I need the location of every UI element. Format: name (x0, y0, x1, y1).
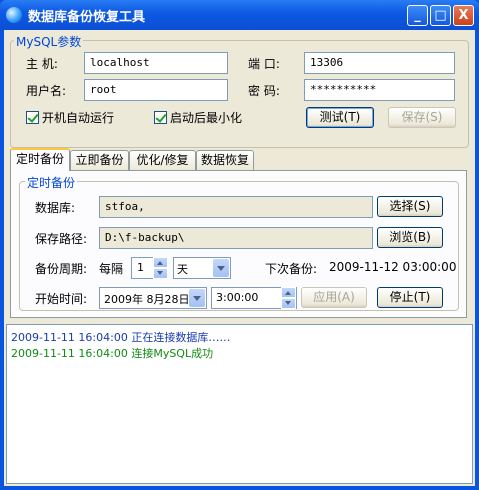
tab-instant-backup[interactable]: 立即备份 (70, 150, 129, 170)
period-spinner[interactable] (153, 257, 168, 279)
port-label: 端 口: (248, 57, 280, 71)
window-title: 数据库备份恢复工具 (28, 10, 146, 25)
choose-database-button[interactable]: 选择(S) (377, 196, 443, 217)
next-backup-value: 2009-11-12 03:00:00 (329, 260, 457, 274)
tab-scheduled-backup[interactable]: 定时备份 (10, 148, 70, 171)
host-input[interactable]: localhost (84, 52, 228, 74)
next-backup-label: 下次备份: (265, 262, 318, 276)
user-input[interactable]: root (84, 79, 228, 101)
log-line: 2009-11-11 16:04:00 连接MySQL成功 (11, 345, 468, 361)
start-time-label: 开始时间: (35, 292, 88, 306)
minimize-icon: _ (414, 8, 421, 23)
stop-button[interactable]: 停止(T) (377, 287, 443, 308)
tab-data-restore[interactable]: 数据恢复 (196, 150, 254, 170)
start-time-spinner[interactable] (281, 287, 296, 309)
chevron-down-icon[interactable] (213, 259, 229, 277)
maximize-icon: □ (434, 8, 447, 23)
every-label: 每隔 (99, 262, 124, 276)
app-icon (6, 7, 22, 23)
test-button[interactable]: 测试(T) (306, 107, 374, 128)
password-label: 密 码: (248, 84, 280, 98)
minimize-button[interactable]: _ (407, 5, 428, 26)
log-message: 连接MySQL成功 (131, 347, 214, 360)
period-unit-select[interactable]: 天 (173, 257, 231, 279)
period-label: 备份周期: (35, 262, 88, 276)
password-input[interactable]: ********** (304, 79, 455, 101)
log-line: 2009-11-11 16:04:00 正在连接数据库…… (11, 329, 468, 345)
schedule-group-label: 定时备份 (25, 174, 78, 191)
start-date-picker[interactable]: 2009年 8月28日 (99, 287, 207, 309)
save-path-field: D:\f-backup\ (99, 227, 373, 249)
host-label: 主 机: (26, 57, 58, 71)
maximize-button[interactable]: □ (430, 5, 451, 26)
start-date-value: 2009年 8月28日 (104, 293, 190, 306)
spin-up-icon[interactable] (281, 287, 296, 298)
log-output[interactable]: 2009-11-11 16:04:00 正在连接数据库…… 2009-11-11… (6, 324, 473, 484)
port-input[interactable]: 13306 (304, 52, 455, 74)
spin-down-icon[interactable] (281, 298, 296, 309)
autostart-checkbox[interactable] (26, 111, 39, 124)
minimize-checkbox[interactable] (154, 111, 167, 124)
minimize-label: 启动后最小化 (170, 111, 243, 125)
log-time: 2009-11-11 16:04:00 (11, 347, 128, 360)
log-time: 2009-11-11 16:04:00 (11, 331, 128, 344)
database-label: 数据库: (35, 201, 76, 215)
spin-down-icon[interactable] (153, 268, 168, 279)
title-bar[interactable]: 数据库备份恢复工具 _ □ X (0, 0, 479, 30)
calendar-dropdown-icon[interactable] (189, 289, 205, 307)
browse-button[interactable]: 浏览(B) (377, 227, 443, 248)
spin-up-icon[interactable] (153, 257, 168, 268)
app-window: 数据库备份恢复工具 _ □ X MySQL参数 主 机: localhost 端… (0, 0, 479, 490)
close-icon: X (458, 8, 469, 23)
database-field: stfoa, (99, 196, 373, 218)
save-path-label: 保存路径: (35, 232, 88, 246)
period-unit-value: 天 (177, 263, 188, 276)
save-button[interactable]: 保存(S) (388, 107, 456, 128)
autostart-label: 开机自动运行 (42, 111, 115, 125)
apply-button[interactable]: 应用(A) (301, 287, 367, 308)
close-button[interactable]: X (453, 5, 474, 26)
scheduled-backup-panel: 定时备份 数据库: stfoa, 选择(S) 保存路径: D:\f-backup… (10, 170, 467, 318)
client-area: MySQL参数 主 机: localhost 端 口: 13306 用户名: r… (4, 30, 475, 486)
mysql-params-label: MySQL参数 (14, 33, 84, 50)
tab-optimize-repair[interactable]: 优化/修复 (129, 150, 196, 170)
user-label: 用户名: (26, 84, 67, 98)
log-message: 正在连接数据库…… (131, 331, 231, 344)
